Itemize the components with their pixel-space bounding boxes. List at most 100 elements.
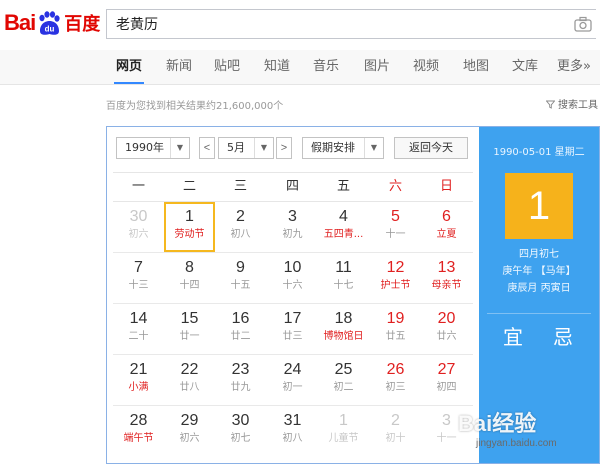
tab-news[interactable]: 新闻	[166, 50, 192, 84]
lunar-label: 端午节	[123, 433, 154, 444]
calendar-day-cell-selected[interactable]: 1 劳动节	[164, 202, 215, 252]
calendar-day-cell[interactable]: 11 十七	[318, 253, 369, 303]
calendar-day-cell[interactable]: 29 初六	[164, 406, 215, 456]
calendar-day-cell[interactable]: 4 五四青...	[318, 202, 369, 252]
calendar-day-cell[interactable]: 3 十一	[421, 406, 472, 456]
lunar-label: 十六	[282, 280, 303, 291]
day-number: 7	[134, 259, 143, 276]
calendar-week-row: 28 端午节 29 初六 30 初七 31 初八 1 儿童节 2 初十 3 十一	[113, 406, 473, 456]
calendar-day-cell[interactable]: 27 初四	[421, 355, 472, 405]
calendar-day-cell[interactable]: 26 初三	[370, 355, 421, 405]
chevron-left-icon: <	[203, 142, 211, 154]
calendar-day-cell[interactable]: 10 十六	[267, 253, 318, 303]
day-number: 13	[437, 259, 456, 276]
lunar-label: 初一	[282, 382, 303, 393]
lunar-label: 小满	[128, 382, 149, 393]
calendar-day-cell[interactable]: 22 廿八	[164, 355, 215, 405]
calendar-day-cell[interactable]: 28 端午节	[113, 406, 164, 456]
baidu-logo[interactable]: Bai du 百度	[4, 8, 100, 38]
calendar-day-cell[interactable]: 30 初六	[113, 202, 164, 252]
calendar-day-cell[interactable]: 30 初七	[215, 406, 266, 456]
day-number: 11	[335, 259, 352, 276]
month-select-value: 5月	[227, 141, 245, 154]
day-number: 29	[180, 412, 199, 429]
lunar-label: 廿三	[282, 331, 303, 342]
day-number: 27	[437, 361, 456, 378]
calendar-widget: 1990年 ▼ < 5月 ▼ > 假期安排 ▼ 返回今天 一 二 三 四 五 六…	[106, 126, 600, 464]
calendar-day-cell[interactable]: 18 博物馆日	[318, 304, 369, 354]
calendar-day-cell[interactable]: 23 廿九	[215, 355, 266, 405]
calendar-day-cell[interactable]: 7 十三	[113, 253, 164, 303]
prev-month-button[interactable]: <	[199, 137, 215, 159]
lunar-label: 廿九	[230, 382, 251, 393]
search-box	[106, 9, 596, 39]
calendar-day-cell[interactable]: 8 十四	[164, 253, 215, 303]
tab-images[interactable]: 图片	[364, 50, 390, 84]
chevron-down-icon: ▼	[254, 138, 273, 158]
chevron-right-icon: >	[280, 142, 288, 154]
calendar-day-cell[interactable]: 15 廿一	[164, 304, 215, 354]
inauspicious-label[interactable]: 忌	[553, 321, 573, 350]
calendar-day-cell[interactable]: 2 初八	[215, 202, 266, 252]
calendar-day-cell[interactable]: 20 廿六	[421, 304, 472, 354]
year-select[interactable]: 1990年 ▼	[116, 137, 190, 159]
calendar-day-cell[interactable]: 3 初九	[267, 202, 318, 252]
day-number: 14	[129, 310, 148, 327]
day-number: 8	[185, 259, 194, 276]
tab-video[interactable]: 视频	[413, 50, 439, 84]
tab-web[interactable]: 网页	[113, 50, 145, 84]
weekday-label: 五	[336, 179, 350, 194]
tab-tieba[interactable]: 贴吧	[214, 50, 240, 84]
logo-text-latin: Bai	[4, 10, 36, 35]
calendar-week-row: 7 十三 8 十四 9 十五 10 十六 11 十七 12 护士节 13 母亲节	[113, 253, 473, 304]
calendar-day-cell[interactable]: 16 廿二	[215, 304, 266, 354]
result-count: 百度为您找到相关结果约21,600,000个	[106, 101, 284, 112]
calendar-day-cell[interactable]: 5 十一	[370, 202, 421, 252]
calendar-day-cell[interactable]: 24 初一	[267, 355, 318, 405]
day-number: 12	[386, 259, 405, 276]
calendar-day-cell[interactable]: 12 护士节	[370, 253, 421, 303]
calendar-day-cell[interactable]: 9 十五	[215, 253, 266, 303]
tab-music[interactable]: 音乐	[313, 50, 339, 84]
lunar-label: 初八	[282, 433, 303, 444]
weekday-header: 一 二 三 四 五 六 日	[113, 172, 473, 202]
calendar-day-cell[interactable]: 14 二十	[113, 304, 164, 354]
day-number: 5	[391, 208, 400, 225]
search-tools-button[interactable]: 搜索工具	[545, 96, 598, 111]
holiday-select[interactable]: 假期安排 ▼	[302, 137, 384, 159]
day-number: 23	[231, 361, 250, 378]
day-number: 21	[129, 361, 148, 378]
lunar-label: 初八	[230, 229, 251, 240]
lunar-label: 初二	[333, 382, 354, 393]
calendar-day-cell[interactable]: 2 初十	[370, 406, 421, 456]
calendar-day-cell[interactable]: 6 立夏	[421, 202, 472, 252]
top-bar: Bai du 百度	[0, 0, 600, 48]
search-input[interactable]	[107, 10, 576, 38]
day-number: 25	[334, 361, 353, 378]
paw-icon: du	[36, 10, 62, 36]
camera-icon[interactable]	[574, 16, 592, 32]
calendar-day-cell[interactable]: 13 母亲节	[421, 253, 472, 303]
lunar-label: 儿童节	[328, 433, 359, 444]
lunar-label: 母亲节	[431, 280, 462, 291]
weekday-label: 二	[182, 179, 196, 194]
selected-day-number: 1	[505, 173, 573, 239]
next-month-button[interactable]: >	[276, 137, 292, 159]
calendar-day-cell[interactable]: 17 廿三	[267, 304, 318, 354]
back-to-today-button[interactable]: 返回今天	[394, 137, 468, 159]
day-number: 1	[339, 412, 348, 429]
tab-wenku[interactable]: 文库	[512, 50, 538, 84]
tab-map[interactable]: 地图	[463, 50, 489, 84]
tab-more[interactable]: 更多»	[557, 50, 591, 84]
calendar-day-cell[interactable]: 31 初八	[267, 406, 318, 456]
month-select[interactable]: 5月 ▼	[218, 137, 274, 159]
lunar-label: 五四青...	[323, 229, 364, 240]
day-number: 2	[391, 412, 400, 429]
auspicious-label[interactable]: 宜	[503, 321, 523, 350]
calendar-day-cell[interactable]: 25 初二	[318, 355, 369, 405]
tab-zhidao[interactable]: 知道	[264, 50, 290, 84]
calendar-day-cell[interactable]: 19 廿五	[370, 304, 421, 354]
day-number: 2	[236, 208, 245, 225]
calendar-day-cell[interactable]: 21 小满	[113, 355, 164, 405]
calendar-day-cell[interactable]: 1 儿童节	[318, 406, 369, 456]
